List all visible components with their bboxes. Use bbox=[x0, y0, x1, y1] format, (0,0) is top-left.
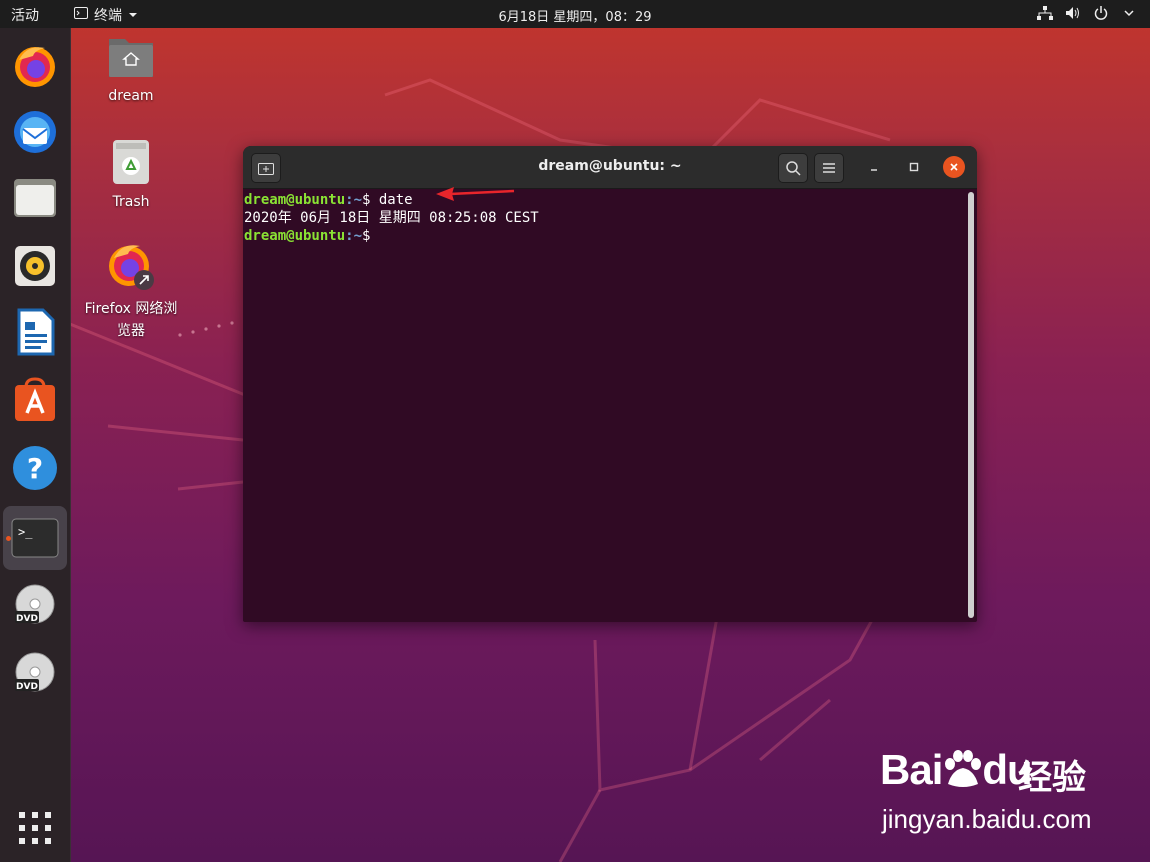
prompt-symbol: $ bbox=[362, 228, 379, 244]
svg-text:?: ? bbox=[27, 452, 43, 485]
speaker-icon bbox=[15, 246, 55, 286]
svg-text:>_: >_ bbox=[18, 525, 33, 539]
desktop-icon-home[interactable]: dream bbox=[76, 35, 186, 107]
search-button[interactable] bbox=[778, 153, 808, 183]
volume-icon[interactable] bbox=[1064, 4, 1082, 22]
dock-files[interactable] bbox=[3, 166, 67, 230]
app-menu-button[interactable]: 终端 bbox=[74, 5, 138, 25]
watermark-brand: Bai du bbox=[880, 746, 1033, 793]
svg-text:DVD: DVD bbox=[16, 614, 38, 624]
firefox-launcher-icon bbox=[109, 245, 154, 290]
system-tray[interactable] bbox=[1036, 4, 1138, 22]
dock-rhythmbox[interactable] bbox=[3, 234, 67, 298]
dock: ? >_ DVD DVD bbox=[0, 28, 71, 862]
dock-terminal[interactable]: >_ bbox=[3, 506, 67, 570]
help-icon: ? bbox=[13, 446, 57, 490]
show-applications-button[interactable] bbox=[3, 796, 67, 860]
clock-button[interactable]: 6月18日 星期四，08：29 bbox=[498, 10, 651, 25]
dock-writer[interactable] bbox=[3, 300, 67, 364]
chevron-down-icon[interactable] bbox=[1120, 4, 1138, 22]
dock-thunderbird[interactable] bbox=[3, 100, 67, 164]
power-icon[interactable] bbox=[1092, 4, 1110, 22]
running-indicator bbox=[6, 536, 11, 541]
baidu-watermark: Bai du 经验 jingyan.baidu.com bbox=[880, 740, 1140, 840]
watermark-url: jingyan.baidu.com bbox=[882, 804, 1092, 834]
menu-button[interactable] bbox=[814, 153, 844, 183]
activities-button[interactable]: 活动 bbox=[11, 5, 39, 25]
terminal-small-icon bbox=[74, 7, 88, 23]
dvd-icon: DVD bbox=[15, 584, 55, 624]
terminal-window[interactable]: dream@ubuntu: ~ dream@ubuntu:~$ date 202… bbox=[243, 146, 977, 622]
terminal-output[interactable]: dream@ubuntu:~$ date 2020年 06月 18日 星期四 0… bbox=[243, 189, 966, 622]
paw-icon bbox=[945, 750, 982, 787]
new-tab-icon bbox=[258, 163, 274, 175]
command-text: date bbox=[378, 192, 413, 208]
desktop-icon-label: Trash bbox=[112, 194, 150, 210]
svg-text:DVD: DVD bbox=[16, 682, 38, 692]
app-grid-icon bbox=[19, 812, 51, 844]
dock-dvd[interactable]: DVD bbox=[3, 574, 67, 638]
prompt-sep: :~ bbox=[345, 192, 363, 208]
dock-software[interactable] bbox=[3, 368, 67, 432]
maximize-button[interactable] bbox=[903, 156, 925, 178]
search-icon bbox=[786, 161, 801, 176]
prompt-user: dream@ubuntu bbox=[244, 228, 346, 244]
home-folder-icon bbox=[109, 39, 153, 77]
desktop-icon-label: Firefox 网络浏览器 bbox=[84, 301, 178, 339]
terminal-line: dream@ubuntu:~$ date bbox=[244, 191, 966, 209]
trash-icon bbox=[113, 140, 149, 184]
command-output: 2020年 06月 18日 星期四 08:25:08 CEST bbox=[244, 210, 539, 226]
desktop-icon-firefox[interactable]: Firefox 网络浏览器 bbox=[76, 242, 186, 342]
files-icon bbox=[14, 179, 56, 217]
desktop-icon-label: dream bbox=[108, 88, 154, 104]
software-store-icon bbox=[15, 377, 55, 421]
prompt-sep: :~ bbox=[345, 228, 363, 244]
top-bar: 活动 终端 6月18日 星期四，08：29 bbox=[0, 0, 1150, 28]
hamburger-icon bbox=[823, 163, 835, 173]
scrollbar[interactable] bbox=[968, 192, 974, 618]
close-icon bbox=[950, 163, 958, 171]
dock-help[interactable]: ? bbox=[3, 436, 67, 500]
firefox-icon bbox=[15, 47, 55, 87]
chevron-down-icon bbox=[128, 7, 138, 23]
prompt-user: dream@ubuntu bbox=[244, 192, 346, 208]
terminal-headerbar[interactable]: dream@ubuntu: ~ bbox=[243, 146, 977, 189]
maximize-icon bbox=[909, 162, 919, 172]
network-icon[interactable] bbox=[1036, 4, 1054, 22]
new-tab-button[interactable] bbox=[251, 153, 281, 183]
close-button[interactable] bbox=[943, 156, 965, 178]
minimize-icon bbox=[871, 169, 877, 171]
thunderbird-icon bbox=[14, 111, 56, 153]
dock-dvd[interactable]: DVD bbox=[3, 642, 67, 706]
minimize-button[interactable] bbox=[863, 156, 885, 178]
terminal-line: dream@ubuntu:~$ bbox=[244, 227, 966, 245]
terminal-line: 2020年 06月 18日 星期四 08:25:08 CEST bbox=[244, 209, 966, 227]
watermark-suffix: 经验 bbox=[1018, 758, 1086, 798]
annotation-arrow-icon bbox=[436, 187, 515, 201]
dvd-icon: DVD bbox=[15, 652, 55, 692]
app-menu-label: 终端 bbox=[94, 8, 122, 24]
terminal-icon: >_ bbox=[11, 518, 59, 558]
prompt-symbol: $ bbox=[362, 192, 379, 208]
desktop-icon-trash[interactable]: Trash bbox=[76, 139, 186, 213]
document-icon bbox=[17, 308, 55, 356]
dock-firefox[interactable] bbox=[3, 34, 67, 98]
